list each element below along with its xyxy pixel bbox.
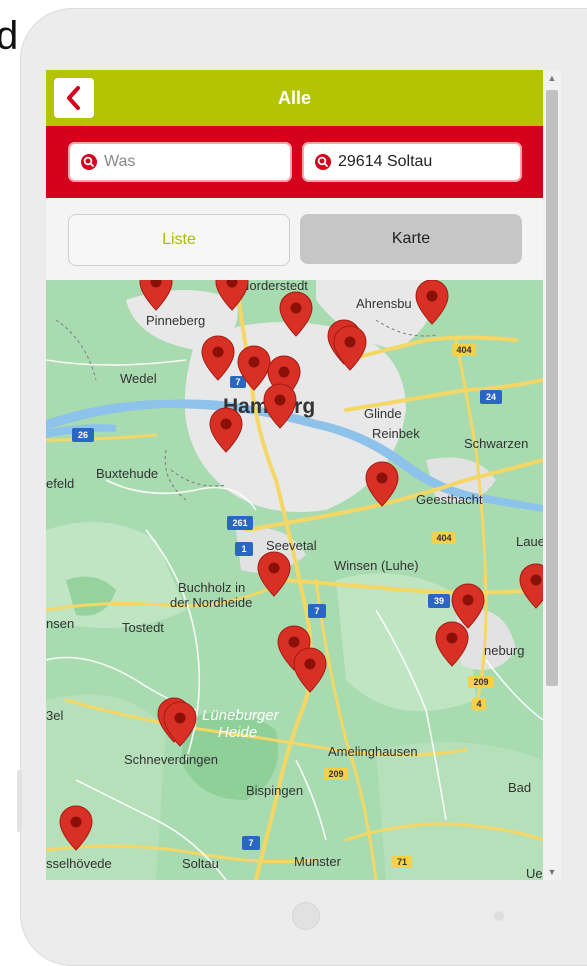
tab-map[interactable]: Karte xyxy=(300,214,522,264)
label-munster: Munster xyxy=(294,854,342,869)
shield-b71: 71 xyxy=(397,857,407,867)
partial-heading-text: d xyxy=(0,14,19,58)
label-bad: Bad xyxy=(508,780,531,795)
label-lauenburg: Lauen xyxy=(516,534,543,549)
label-buchholz-1: Buchholz in xyxy=(178,580,245,595)
search-bar: Was 29614 Soltau xyxy=(46,126,543,198)
shield-a1: 1 xyxy=(241,544,246,554)
where-value: 29614 Soltau xyxy=(338,153,433,170)
label-schwarzenbek: Schwarzen xyxy=(464,436,528,451)
what-search-field[interactable]: Was xyxy=(68,142,292,182)
page-title: Alle xyxy=(277,88,311,108)
label-norderstedt: Norderstedt xyxy=(240,280,308,293)
app-screen: Alle Was 29614 Soltau Liste Karte 7 404 … xyxy=(46,70,543,880)
shield-404: 404 xyxy=(456,345,471,355)
chevron-left-icon xyxy=(67,86,80,110)
back-button[interactable] xyxy=(54,78,94,118)
view-tabs: Liste Karte xyxy=(46,198,543,280)
map-view[interactable]: 7 404 24 26 261 1 404 39 7 209 4 209 7 7… xyxy=(46,280,543,880)
shield-b209-low: 209 xyxy=(328,769,343,779)
shield-b209: 209 xyxy=(473,677,488,687)
shield-a7-low: 7 xyxy=(248,838,253,848)
shield-b4: 4 xyxy=(476,699,481,709)
scroll-thumb[interactable] xyxy=(546,90,558,686)
label-schneverdingen: Schneverdingen xyxy=(124,752,218,767)
label-pinneberg: Pinneberg xyxy=(146,313,205,328)
label-amelinghausen: Amelinghausen xyxy=(328,744,418,759)
camera-sensor xyxy=(494,911,504,921)
label-buchholz-2: der Nordheide xyxy=(170,595,252,610)
label-bispingen: Bispingen xyxy=(246,783,303,798)
label-stade: efeld xyxy=(46,476,74,491)
label-geesthacht: Geesthacht xyxy=(416,492,483,507)
home-button[interactable] xyxy=(292,902,320,930)
label-reinbek: Reinbek xyxy=(372,426,420,441)
label-buxtehude: Buxtehude xyxy=(96,466,158,481)
tab-list[interactable]: Liste xyxy=(68,214,290,266)
label-wedel: Wedel xyxy=(120,371,157,386)
search-pin-icon xyxy=(314,153,332,171)
scroll-up-arrow[interactable]: ▲ xyxy=(543,70,561,86)
label-seevetal: Seevetal xyxy=(266,538,317,553)
label-heide-1: Lüneburger xyxy=(202,707,280,724)
scrollbar[interactable]: ▲ ▼ xyxy=(543,70,561,880)
top-bar: Alle xyxy=(46,70,543,126)
what-placeholder: Was xyxy=(104,153,136,170)
label-lueneburg: neburg xyxy=(484,643,524,658)
label-glinde: Glinde xyxy=(364,406,402,421)
label-ue: Ue xyxy=(526,866,543,880)
shield-a39: 39 xyxy=(434,596,444,606)
label-winsen: Winsen (Luhe) xyxy=(334,558,419,573)
shield-a261: 261 xyxy=(232,518,247,528)
label-tostedt: Tostedt xyxy=(122,620,164,635)
label-heide-2: Heide xyxy=(218,724,257,741)
label-soltau: Soltau xyxy=(182,856,219,871)
shield-a7-mid: 7 xyxy=(314,606,319,616)
shield-404-mid: 404 xyxy=(436,533,451,543)
label-sen: nsen xyxy=(46,616,74,631)
search-pin-icon xyxy=(80,153,98,171)
shield-a26: 26 xyxy=(78,430,88,440)
label-visselhoevede: sselhövede xyxy=(46,856,112,871)
scroll-down-arrow[interactable]: ▼ xyxy=(543,864,561,880)
shield-a7: 7 xyxy=(235,377,240,387)
label-bel: 3el xyxy=(46,708,63,723)
where-search-field[interactable]: 29614 Soltau xyxy=(302,142,522,182)
side-button[interactable] xyxy=(17,770,22,832)
map-canvas[interactable]: 7 404 24 26 261 1 404 39 7 209 4 209 7 7… xyxy=(46,280,543,880)
shield-a24: 24 xyxy=(486,392,496,402)
label-ahrensburg: Ahrensbu xyxy=(356,296,412,311)
